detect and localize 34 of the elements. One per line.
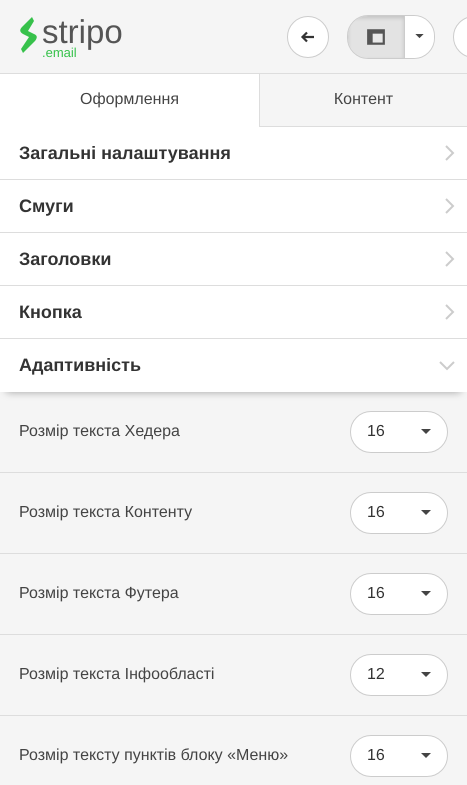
caret-icon [421,672,431,678]
size-select[interactable]: 12 [350,654,448,696]
layout-view-button[interactable] [348,16,404,58]
setting-label: Розмір текста Контенту [19,504,192,522]
logo-wordmark: stripo [42,14,123,48]
setting-label: Розмір текста Хедера [19,423,180,441]
tab[interactable]: Контент [259,74,467,127]
layout-icon [366,28,386,46]
caret-icon [421,510,431,516]
logo-domain: .email [42,46,77,58]
size-select[interactable]: 16 [350,492,448,534]
section-title: Заголовки [19,248,112,270]
back-button[interactable] [287,16,329,58]
section-header[interactable]: Загальні налаштування [0,127,467,180]
setting-label: Розмір тексту пунктів блоку «Меню» [19,747,288,765]
caret-icon [421,591,431,597]
size-select[interactable]: 16 [350,573,448,615]
section-title: Адаптивність [19,355,142,376]
section-title: Смуги [19,196,74,216]
section-title: Загальні налаштування [19,142,231,164]
section-header[interactable]: Смуги [0,180,467,233]
section-header[interactable]: Адаптивність [0,339,467,392]
section-header[interactable]: Заголовки [0,233,467,286]
size-select[interactable]: 16 [350,735,448,777]
caret-icon [415,34,424,39]
setting-label: Розмір текста Футера [19,585,179,603]
size-select[interactable]: 16 [350,411,448,453]
section-header[interactable]: Кнопка [0,286,467,339]
caret-icon [421,753,431,759]
back-arrow-icon [300,28,316,44]
tab[interactable]: Оформлення [0,74,259,127]
caret-icon [421,429,431,435]
section-title: Кнопка [19,302,82,322]
setting-label: Розмір текста Інфообласті [19,666,214,684]
